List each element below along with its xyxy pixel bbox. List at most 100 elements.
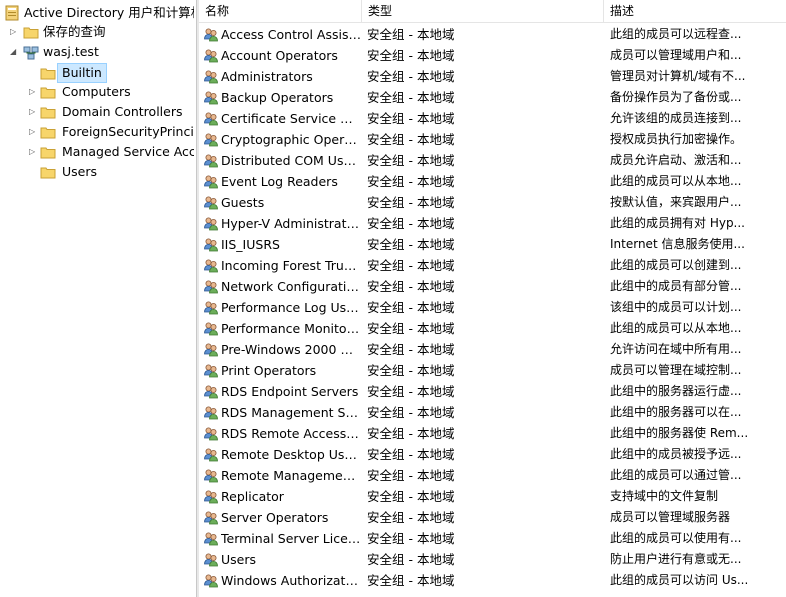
security-group-icon	[204, 238, 218, 252]
column-header-type[interactable]: 类型	[362, 0, 604, 22]
table-row[interactable]: Performance Monitor Users 安全组 - 本地域 此组的成员可…	[199, 318, 786, 339]
row-name: Performance Log Users	[221, 300, 361, 315]
row-name: IIS_IUSRS	[221, 237, 280, 252]
row-type: 安全组 - 本地域	[367, 195, 455, 210]
security-group-icon	[204, 49, 218, 63]
expand-arrow-icon[interactable]: ▷	[29, 122, 39, 142]
folder-icon	[40, 87, 56, 99]
row-type: 安全组 - 本地域	[367, 531, 455, 546]
row-name: RDS Endpoint Servers	[221, 384, 359, 399]
tree-item-label: Managed Service Accounts	[62, 144, 194, 159]
row-description: 授权成员执行加密操作。	[610, 132, 743, 146]
table-row[interactable]: Server Operators 安全组 - 本地域 成员可以管理域服务器	[199, 507, 786, 528]
expand-arrow-icon[interactable]: ▷	[10, 22, 20, 42]
folder-icon	[40, 107, 56, 119]
security-group-icon	[204, 364, 218, 378]
row-type: 安全组 - 本地域	[367, 237, 455, 252]
table-row[interactable]: Event Log Readers 安全组 - 本地域 此组的成员可以从本地...	[199, 171, 786, 192]
table-row[interactable]: Terminal Server License Servers 安全组 - 本地域…	[199, 528, 786, 549]
row-description: 此组的成员可以从本地...	[610, 321, 742, 335]
tree-item-domain[interactable]: ◢ wasj.test	[0, 42, 194, 62]
security-group-icon	[204, 532, 218, 546]
security-group-icon	[204, 175, 218, 189]
row-type: 安全组 - 本地域	[367, 111, 455, 126]
tree-item-computers[interactable]: ▷ Computers	[0, 82, 194, 102]
tree-item-foreign-security-principals[interactable]: ▷ ForeignSecurityPrincipals	[0, 122, 194, 142]
expand-arrow-icon[interactable]: ▷	[29, 102, 39, 122]
folder-icon	[40, 127, 56, 139]
expand-arrow-icon[interactable]: ▷	[29, 82, 39, 102]
row-description: 此组中的服务器使 Rem...	[610, 426, 749, 440]
tree-item-label: wasj.test	[43, 44, 99, 59]
row-type: 安全组 - 本地域	[367, 27, 455, 42]
row-type: 安全组 - 本地域	[367, 489, 455, 504]
row-name: Windows Authorization Access Group	[221, 573, 361, 588]
row-name: Replicator	[221, 489, 284, 504]
row-description: 此组的成员可以从本地...	[610, 174, 742, 188]
tree-item-managed-service-accounts[interactable]: ▷ Managed Service Accounts	[0, 142, 194, 162]
row-description: 支持域中的文件复制	[610, 489, 719, 503]
row-type: 安全组 - 本地域	[367, 552, 455, 567]
table-row[interactable]: Replicator 安全组 - 本地域 支持域中的文件复制	[199, 486, 786, 507]
table-row[interactable]: Remote Desktop Users 安全组 - 本地域 此组中的成员被授予远.…	[199, 444, 786, 465]
table-row[interactable]: Remote Management Users 安全组 - 本地域 此组的成员可以通…	[199, 465, 786, 486]
table-row[interactable]: Network Configuration Operators 安全组 - 本地域…	[199, 276, 786, 297]
folder-icon	[40, 68, 56, 80]
security-group-icon	[204, 322, 218, 336]
row-name: Remote Management Users	[221, 468, 361, 483]
table-row[interactable]: Hyper-V Administrators 安全组 - 本地域 此组的成员拥有对 …	[199, 213, 786, 234]
row-type: 安全组 - 本地域	[367, 321, 455, 336]
row-description: 管理员对计算机/域有不...	[610, 69, 746, 83]
row-description: 成员可以管理域用户和...	[610, 48, 742, 62]
row-name: Certificate Service DCOM Access	[221, 111, 361, 126]
table-row[interactable]: RDS Remote Access Servers 安全组 - 本地域 此组中的服务…	[199, 423, 786, 444]
security-group-icon	[204, 511, 218, 525]
table-row[interactable]: Pre-Windows 2000 Compatible Access 安全组 - …	[199, 339, 786, 360]
column-header-description[interactable]: 描述	[604, 0, 784, 22]
row-name: Access Control Assistance Operators	[221, 27, 361, 42]
table-row[interactable]: Backup Operators 安全组 - 本地域 备份操作员为了备份或...	[199, 87, 786, 108]
row-description: 此组中的成员被授予远...	[610, 447, 742, 461]
row-description: 此组的成员可以远程查...	[610, 27, 742, 41]
table-row[interactable]: Windows Authorization Access Group 安全组 - …	[199, 570, 786, 591]
row-name: Server Operators	[221, 510, 329, 525]
table-row[interactable]: Certificate Service DCOM Access 安全组 - 本地域…	[199, 108, 786, 129]
table-row[interactable]: Administrators 安全组 - 本地域 管理员对计算机/域有不...	[199, 66, 786, 87]
security-group-icon	[204, 196, 218, 210]
table-row[interactable]: RDS Endpoint Servers 安全组 - 本地域 此组中的服务器运行虚.…	[199, 381, 786, 402]
tree-item-saved-queries[interactable]: ▷ 保存的查询	[0, 22, 194, 42]
table-row[interactable]: Access Control Assistance Operators 安全组 -…	[199, 24, 786, 45]
tree-item-label: 保存的查询	[43, 24, 106, 39]
security-group-icon	[204, 112, 218, 126]
table-row[interactable]: RDS Management Servers 安全组 - 本地域 此组中的服务器可以…	[199, 402, 786, 423]
security-group-icon	[204, 385, 218, 399]
row-name: Performance Monitor Users	[221, 321, 361, 336]
tree-item-domain-controllers[interactable]: ▷ Domain Controllers	[0, 102, 194, 122]
tree-item-label: ForeignSecurityPrincipals	[62, 124, 194, 139]
row-name: Terminal Server License Servers	[221, 531, 361, 546]
table-row[interactable]: Print Operators 安全组 - 本地域 成员可以管理在域控制...	[199, 360, 786, 381]
details-list: 名称 类型 描述 Access Control Assistance Opera…	[199, 0, 786, 597]
row-type: 安全组 - 本地域	[367, 510, 455, 525]
list-header: 名称 类型 描述	[199, 0, 786, 23]
security-group-icon	[204, 28, 218, 42]
table-row[interactable]: Guests 安全组 - 本地域 按默认值，来宾跟用户...	[199, 192, 786, 213]
security-group-icon	[204, 406, 218, 420]
expand-arrow-icon[interactable]: ▷	[29, 142, 39, 162]
table-row[interactable]: Cryptographic Operators 安全组 - 本地域 授权成员执行加密…	[199, 129, 786, 150]
row-type: 安全组 - 本地域	[367, 384, 455, 399]
row-name: Account Operators	[221, 48, 338, 63]
row-type: 安全组 - 本地域	[367, 216, 455, 231]
column-header-name[interactable]: 名称	[199, 0, 362, 22]
tree-item-builtin[interactable]: Builtin	[0, 63, 194, 83]
table-row[interactable]: Users 安全组 - 本地域 防止用户进行有意或无...	[199, 549, 786, 570]
table-row[interactable]: Distributed COM Users 安全组 - 本地域 成员允许启动、激活和…	[199, 150, 786, 171]
tree-root[interactable]: Active Directory 用户和计算机	[0, 3, 194, 23]
collapse-arrow-icon[interactable]: ◢	[10, 42, 20, 62]
table-row[interactable]: Performance Log Users 安全组 - 本地域 该组中的成员可以计划…	[199, 297, 786, 318]
table-row[interactable]: IIS_IUSRS 安全组 - 本地域 Internet 信息服务使用...	[199, 234, 786, 255]
table-row[interactable]: Account Operators 安全组 - 本地域 成员可以管理域用户和...	[199, 45, 786, 66]
tree-item-users[interactable]: Users	[0, 162, 194, 182]
table-row[interactable]: Incoming Forest Trust Builders 安全组 - 本地域 此…	[199, 255, 786, 276]
row-description: 按默认值，来宾跟用户...	[610, 195, 742, 209]
